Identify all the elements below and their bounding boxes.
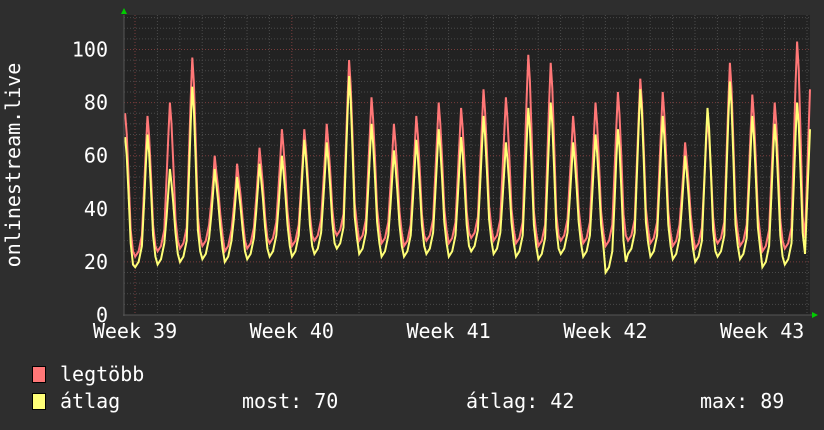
x-tick-label: Week 40 — [250, 319, 334, 343]
stat-now: most: 70 — [242, 389, 339, 413]
y-axis-arrow-icon — [121, 8, 127, 14]
legend-swatch-max — [32, 365, 46, 383]
y-tick-label: 60 — [84, 144, 108, 168]
x-ticks: Week 39 Week 40 Week 41 Week 42 Week 43 — [93, 319, 804, 343]
y-tick-label: 20 — [84, 250, 108, 274]
graph: 0 20 40 60 80 100 Week 39 Week 40 Week 41 Week 4… — [0, 0, 824, 430]
y-axis-label: onlinestream.live — [1, 63, 25, 268]
y-tick-label: 80 — [84, 91, 108, 115]
x-tick-label: Week 41 — [406, 319, 490, 343]
legend-max: legtöbb — [32, 362, 144, 386]
y-tick-label: 40 — [84, 197, 108, 221]
x-tick-label: Week 43 — [720, 319, 804, 343]
x-tick-label: Week 39 — [93, 319, 177, 343]
legend-swatch-avg — [32, 392, 46, 410]
y-tick-label: 100 — [72, 38, 108, 62]
stat-max: max: 89 — [700, 389, 785, 413]
legend-avg: átlag — [32, 389, 120, 413]
x-axis-arrow-icon — [812, 312, 818, 318]
legend-label-avg: átlag — [60, 389, 121, 413]
stat-average: átlag: 42 — [466, 389, 575, 413]
legend-label-max: legtöbb — [60, 362, 145, 386]
x-tick-label: Week 42 — [563, 319, 647, 343]
y-ticks: 020406080100 — [72, 38, 108, 327]
